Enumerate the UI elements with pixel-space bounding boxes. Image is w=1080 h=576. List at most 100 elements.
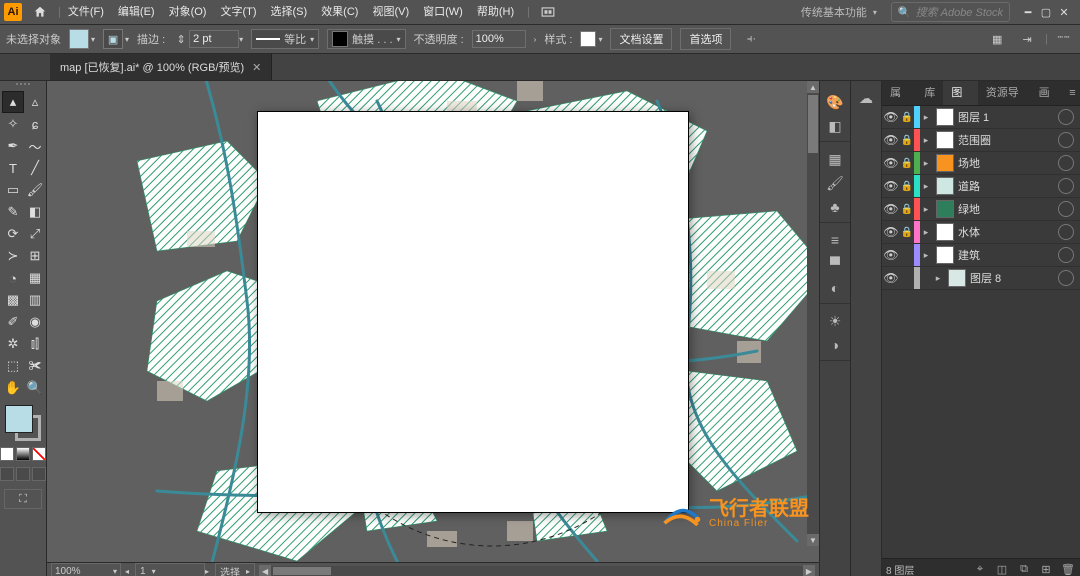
new-layer-icon[interactable]: ⊞ — [1038, 561, 1054, 576]
panel-menu-icon[interactable]: ≡ — [1065, 81, 1080, 105]
lasso-tool[interactable]: ɕ — [24, 113, 46, 135]
stroke-swatch[interactable]: ▣ — [103, 29, 123, 49]
canvas[interactable]: ▲ ▼ 飞行者联盟 China Flier — [47, 81, 819, 562]
tab-library[interactable]: 库 — [916, 81, 943, 105]
draw-inside-icon[interactable] — [32, 467, 46, 481]
expand-toggle-icon[interactable]: ▸ — [920, 112, 932, 123]
gradient-panel-icon[interactable]: ▀ — [824, 253, 846, 275]
color-none-icon[interactable] — [32, 447, 46, 461]
lock-toggle-icon[interactable]: 🔒 — [900, 181, 914, 192]
tab-asset-export[interactable]: 资源导出 — [978, 81, 1031, 105]
zoom-tool[interactable]: 🔍 — [24, 377, 46, 399]
panel-collapse-icon[interactable]: ⇥ — [1015, 27, 1039, 51]
panel-gridview-icon[interactable]: ▦ — [985, 27, 1009, 51]
perspective-tool[interactable]: ▦ — [24, 267, 46, 289]
menu-object[interactable]: 对象(O) — [162, 0, 214, 24]
layer-row[interactable]: 👁🔒 ▸ 水体 — [882, 221, 1080, 244]
make-clip-icon[interactable]: ◫ — [994, 561, 1010, 576]
menu-type[interactable]: 文字(T) — [213, 0, 263, 24]
symbols-panel-icon[interactable]: ♣ — [824, 196, 846, 218]
layer-name[interactable]: 范围圈 — [958, 132, 1058, 148]
lock-toggle-icon[interactable]: 🔒 — [900, 227, 914, 238]
color-panel-icon[interactable]: 🎨 — [824, 91, 846, 113]
artboard-nav-select[interactable]: 1▾ — [135, 563, 205, 576]
expand-toggle-icon[interactable]: ▸ — [920, 135, 932, 146]
direct-selection-tool[interactable]: ▵ — [24, 91, 46, 113]
stroke-panel-icon[interactable]: ≡ — [824, 229, 846, 251]
chevron-down-icon[interactable]: ▾ — [125, 35, 129, 44]
appearance-panel-icon[interactable]: ☀ — [824, 310, 846, 332]
home-icon[interactable] — [32, 4, 48, 20]
new-sublayer-icon[interactable]: ⧉ — [1016, 561, 1032, 576]
fill-swatch[interactable] — [69, 29, 89, 49]
menu-window[interactable]: 窗口(W) — [416, 0, 470, 24]
color-solid-icon[interactable] — [0, 447, 14, 461]
visibility-toggle-icon[interactable]: 👁 — [882, 248, 900, 262]
scroll-track[interactable] — [807, 93, 819, 534]
paintbrush-tool[interactable]: 🖌 — [24, 179, 46, 201]
expand-toggle-icon[interactable]: ▸ — [920, 227, 932, 238]
menu-effect[interactable]: 效果(C) — [314, 0, 365, 24]
visibility-toggle-icon[interactable]: 👁 — [882, 179, 900, 193]
layer-name[interactable]: 道路 — [958, 178, 1058, 194]
scroll-track[interactable] — [271, 566, 803, 576]
curvature-tool[interactable]: ～ — [24, 135, 46, 157]
zoom-select[interactable]: 100%▾ — [51, 563, 121, 576]
opacity-field[interactable]: 100% — [472, 30, 526, 48]
eyedropper-tool[interactable]: ✐ — [2, 311, 24, 333]
menu-view[interactable]: 视图(V) — [365, 0, 416, 24]
swatches-panel-icon[interactable]: ▦ — [824, 148, 846, 170]
panel-grip-icon[interactable] — [9, 83, 37, 89]
delete-layer-icon[interactable]: 🗑 — [1060, 561, 1076, 576]
line-tool[interactable]: ╱ — [24, 157, 46, 179]
expand-toggle-icon[interactable]: ▸ — [920, 181, 932, 192]
close-tab-icon[interactable]: ✕ — [252, 61, 261, 74]
stroke-profile-select[interactable]: 等比▾ — [251, 29, 319, 49]
menu-select[interactable]: 选择(S) — [264, 0, 315, 24]
lock-toggle-icon[interactable]: 🔒 — [900, 158, 914, 169]
tab-artboards[interactable]: 画板 — [1031, 81, 1065, 105]
lock-toggle-icon[interactable]: 🔒 — [900, 204, 914, 215]
chevron-down-icon[interactable]: ▾ — [91, 35, 95, 44]
draw-behind-icon[interactable] — [16, 467, 30, 481]
expand-toggle-icon[interactable]: ▸ — [920, 158, 932, 169]
draw-normal-icon[interactable] — [0, 467, 14, 481]
artboard-tool[interactable]: ⬚ — [2, 355, 24, 377]
width-tool[interactable]: ≻ — [2, 245, 24, 267]
graphic-styles-icon[interactable]: ◑ — [824, 334, 846, 356]
layer-name[interactable]: 绿地 — [958, 201, 1058, 217]
scroll-left-icon[interactable]: ◀ — [259, 565, 271, 576]
layer-target-icon[interactable] — [1058, 155, 1074, 171]
scale-tool[interactable]: ⤢ — [24, 223, 46, 245]
screen-mode-button[interactable]: ⛶ — [4, 489, 42, 509]
brush-select[interactable]: 触摸 . . .▾ — [327, 29, 405, 49]
layer-row[interactable]: 👁🔒▸图层 1 — [882, 106, 1080, 129]
search-stock[interactable]: 🔍 搜索 Adobe Stock — [891, 2, 1010, 22]
tab-layers[interactable]: 图层 — [943, 81, 977, 105]
menu-edit[interactable]: 编辑(E) — [111, 0, 162, 24]
layer-target-icon[interactable] — [1058, 270, 1074, 286]
type-tool[interactable]: T — [2, 157, 24, 179]
visibility-toggle-icon[interactable]: 👁 — [882, 133, 900, 147]
shape-builder-tool[interactable]: ◔ — [2, 267, 24, 289]
layer-target-icon[interactable] — [1058, 178, 1074, 194]
scroll-right-icon[interactable]: ▶ — [803, 565, 815, 576]
layer-target-icon[interactable] — [1058, 224, 1074, 240]
chevron-down-icon[interactable]: ▾ — [239, 35, 243, 44]
close-icon[interactable]: ✕ — [1058, 6, 1070, 18]
bridge-icon[interactable] — [536, 0, 560, 24]
visibility-toggle-icon[interactable]: 👁 — [882, 110, 900, 124]
minimize-icon[interactable]: ━ — [1022, 6, 1034, 18]
layer-name[interactable]: 水体 — [958, 224, 1058, 240]
pen-tool[interactable]: ✒ — [2, 135, 24, 157]
stroke-weight-field[interactable]: 2 pt — [189, 30, 239, 48]
layer-row[interactable]: 👁🔒 ▸ 道路 — [882, 175, 1080, 198]
layer-name[interactable]: 图层 1 — [958, 109, 1058, 125]
expand-toggle-icon[interactable]: ▸ — [932, 273, 944, 284]
app-logo[interactable]: Ai — [4, 3, 22, 21]
visibility-toggle-icon[interactable]: 👁 — [882, 225, 900, 239]
lock-toggle-icon[interactable]: 🔒 — [900, 135, 914, 146]
free-transform-tool[interactable]: ⊞ — [24, 245, 46, 267]
layer-name[interactable]: 图层 8 — [970, 270, 1058, 286]
symbol-tool[interactable]: ✲ — [2, 333, 24, 355]
